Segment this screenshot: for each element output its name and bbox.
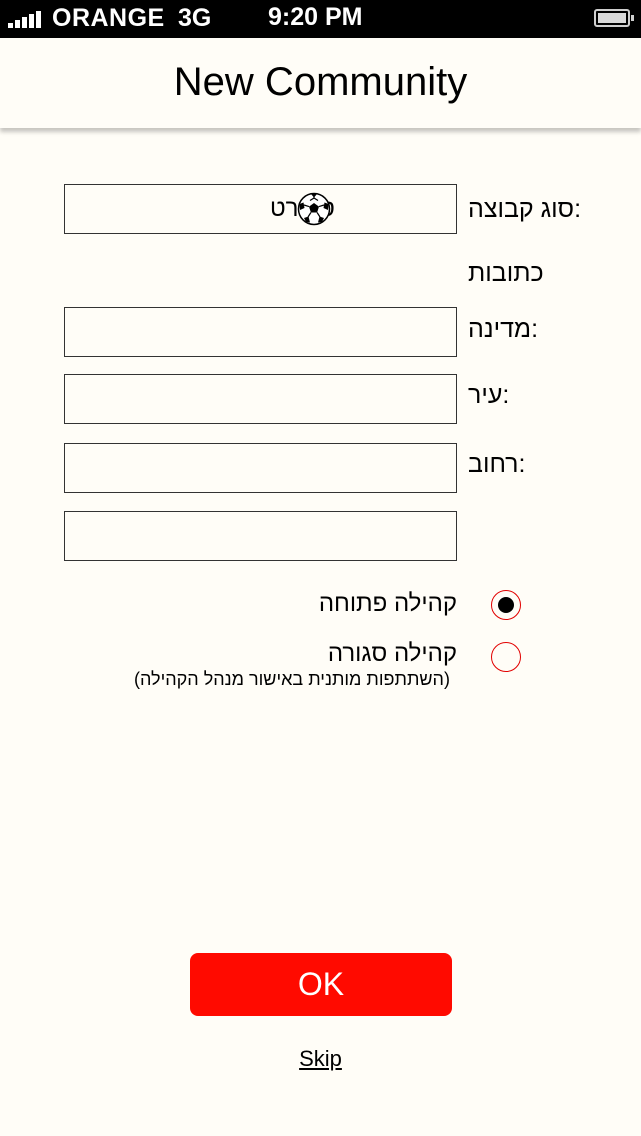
status-time: 9:20 PM xyxy=(268,3,363,31)
address-extra-input[interactable] xyxy=(65,512,456,560)
radio-selected-dot xyxy=(498,597,514,613)
country-label: מדינה: xyxy=(468,315,539,343)
skip-link[interactable]: Skip xyxy=(0,1046,641,1072)
nav-bar: New Community xyxy=(0,38,641,128)
country-field[interactable] xyxy=(64,307,457,357)
battery-icon xyxy=(594,9,634,27)
ok-button[interactable]: OK xyxy=(190,953,452,1016)
network-type: 3G xyxy=(178,4,212,32)
street-field[interactable] xyxy=(64,443,457,493)
group-type-select[interactable]: ספורט xyxy=(64,184,457,234)
address-heading: כתובות xyxy=(468,259,544,287)
city-field[interactable] xyxy=(64,374,457,424)
open-community-label: קהילה פתוחה xyxy=(318,590,457,617)
carrier-name: ORANGE xyxy=(52,4,165,32)
country-input[interactable] xyxy=(65,308,456,356)
city-label: עיר: xyxy=(468,381,510,409)
city-input[interactable] xyxy=(65,375,456,423)
status-bar: ORANGE 3G 9:20 PM xyxy=(0,0,641,38)
address-extra-field[interactable] xyxy=(64,511,457,561)
closed-community-radio[interactable] xyxy=(491,642,521,672)
group-type-label: סוג קבוצה: xyxy=(468,195,582,223)
open-community-radio[interactable] xyxy=(491,590,521,620)
page-title: New Community xyxy=(173,60,468,104)
closed-community-label: קהילה סגורה xyxy=(327,640,457,667)
street-input[interactable] xyxy=(65,444,456,492)
soccer-ball-icon xyxy=(297,192,331,226)
closed-community-note: (השתתפות מותנית באישור מנהל הקהילה) xyxy=(134,669,450,689)
street-label: רחוב: xyxy=(468,450,526,478)
